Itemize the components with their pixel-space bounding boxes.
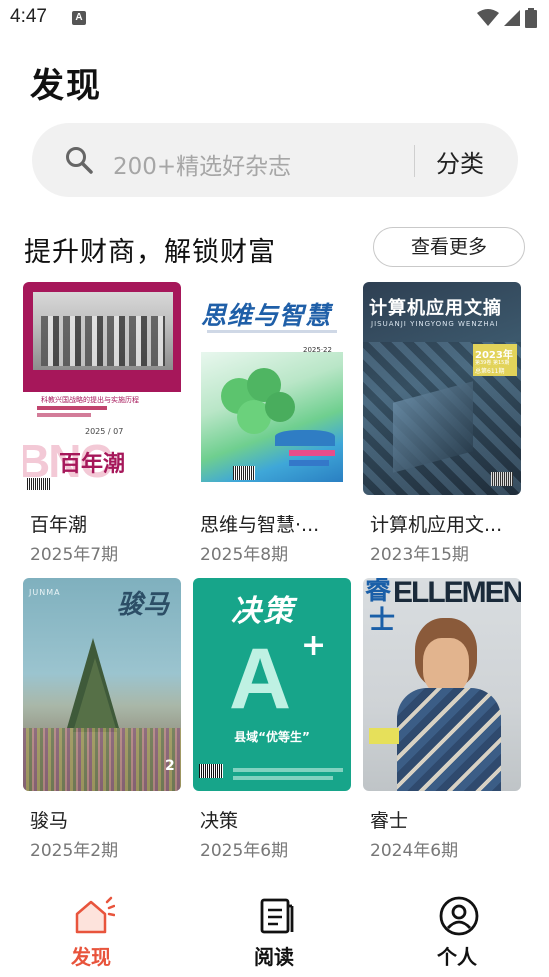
- page-title: 发现: [30, 66, 102, 106]
- search-divider: [414, 145, 415, 177]
- magazine-name: 计算机应用文...: [370, 514, 503, 536]
- magazine-cover[interactable]: 思维与智慧 2025·22: [193, 282, 351, 495]
- cover-pinyin: JUNMA: [29, 588, 61, 597]
- person-icon: [439, 896, 479, 936]
- magazine-issue: 2025年7期: [30, 545, 119, 565]
- signal-icon: [504, 10, 520, 26]
- magazine-issue: 2024年6期: [370, 841, 459, 861]
- cover-title: 思维与智慧: [201, 301, 332, 330]
- magazine-name: 决策: [200, 810, 239, 832]
- magazine-issue: 2025年6期: [200, 841, 289, 861]
- notification-a-icon: A: [72, 11, 86, 25]
- cover-number: 2: [165, 758, 175, 774]
- magazine-name: 思维与智慧·...: [200, 514, 320, 536]
- status-bar: 4:47 A: [0, 0, 549, 36]
- cover-title: 骏马: [117, 590, 170, 620]
- cover-badge-sub: 第39卷 第15期: [475, 360, 510, 366]
- magazine-cover[interactable]: 计算机应用文摘 JISUANJI YINGYONG WENZHAI 2023年 …: [363, 282, 521, 495]
- tab-profile[interactable]: 个人: [397, 880, 517, 977]
- cover-headline: 县域“优等生”: [234, 730, 310, 744]
- magazine-cover[interactable]: 睿 士 ELLEMEN: [363, 578, 521, 791]
- cover-title-bottom: 士: [369, 606, 396, 636]
- magazine-cover[interactable]: 科教兴国战略的提出与实施历程 2025 / 07 BNC 百年潮: [23, 282, 181, 495]
- cover-title: 决策: [231, 594, 295, 629]
- tab-label: 阅读: [254, 945, 294, 969]
- magazine-cover[interactable]: JUNMA 骏马 2: [23, 578, 181, 791]
- cover-title-top: 睿: [365, 578, 392, 606]
- status-indicators: [477, 8, 537, 28]
- magazine-cover[interactable]: 决策 A + 县域“优等生”: [193, 578, 351, 791]
- tab-discover[interactable]: 发现: [31, 880, 151, 977]
- search-input[interactable]: 200+精选好杂志: [113, 147, 291, 181]
- wifi-icon: [477, 9, 499, 26]
- status-time: 4:47: [10, 6, 47, 27]
- bottom-tab-bar: 发现 阅读 个人: [0, 880, 549, 977]
- tab-label: 发现: [71, 945, 111, 969]
- magazine-name: 睿士: [370, 810, 409, 832]
- battery-icon: [525, 8, 537, 28]
- category-button[interactable]: 分类: [436, 144, 484, 179]
- cover-big-letter: A: [229, 631, 292, 727]
- book-icon: [260, 898, 294, 934]
- cover-pinyin: JISUANJI YINGYONG WENZHAI: [371, 320, 499, 328]
- cover-title: 百年潮: [59, 451, 126, 477]
- cover-brand: ELLEMEN: [393, 578, 521, 609]
- magazine-issue: 2025年8期: [200, 545, 289, 565]
- cover-title: 计算机应用文摘: [369, 298, 502, 319]
- tab-label: 个人: [437, 945, 477, 969]
- magazine-issue: 2023年15期: [370, 545, 469, 565]
- magazine-issue: 2025年2期: [30, 841, 119, 861]
- search-icon: [66, 147, 93, 174]
- cover-badge-total: 总第611期: [475, 368, 505, 375]
- search-bar[interactable]: 200+精选好杂志 分类: [32, 123, 518, 197]
- home-icon: [75, 896, 115, 934]
- cover-headline: 科教兴国战略的提出与实施历程: [41, 396, 139, 404]
- magazine-name: 骏马: [30, 810, 69, 832]
- magazine-name: 百年潮: [30, 514, 88, 536]
- tab-reading[interactable]: 阅读: [214, 880, 334, 977]
- section-title: 提升财商，解锁财富: [24, 237, 276, 268]
- view-more-button[interactable]: 查看更多: [373, 227, 525, 267]
